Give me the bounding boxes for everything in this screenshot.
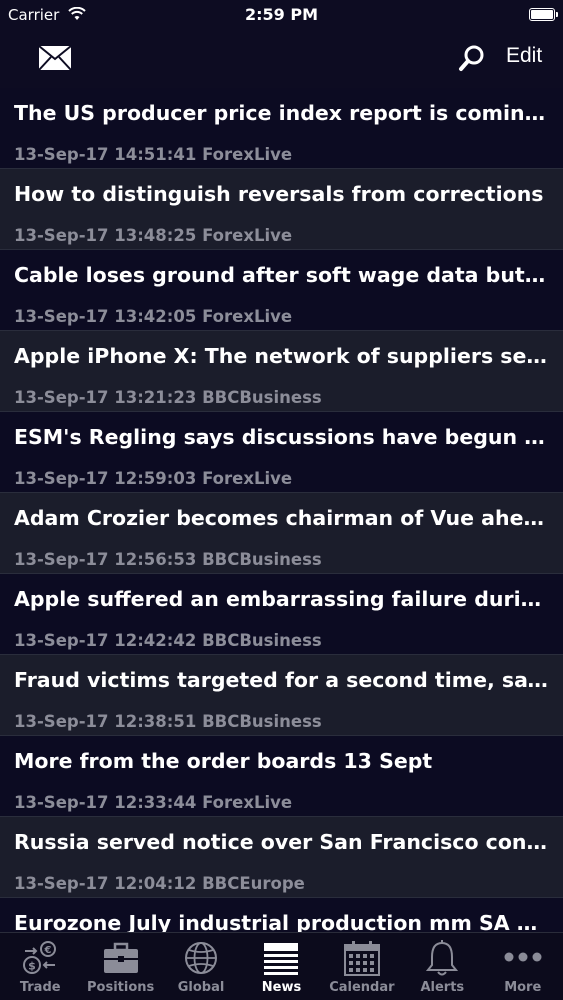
- search-icon[interactable]: [458, 44, 486, 72]
- news-item[interactable]: Apple suffered an embarrassing failure d…: [0, 574, 563, 655]
- news-meta: 13-Sep-17 12:42:42 BBCBusiness: [14, 631, 322, 650]
- tab-bar: € $ Trade Positions Global News Calendar…: [0, 932, 563, 1000]
- news-item[interactable]: Russia served notice over San Francisco …: [0, 817, 563, 898]
- tab-global[interactable]: Global: [161, 933, 241, 1000]
- news-title: Adam Crozier becomes chairman of Vue ahe…: [14, 506, 549, 530]
- globe-icon: [185, 942, 218, 974]
- news-item[interactable]: Fraud victims targeted for a second time…: [0, 655, 563, 736]
- status-time: 2:59 PM: [244, 5, 318, 24]
- news-meta: 13-Sep-17 13:21:23 BBCBusiness: [14, 388, 322, 407]
- news-item[interactable]: Apple iPhone X: The network of suppliers…: [0, 331, 563, 412]
- news-title: The US producer price index report is co…: [14, 101, 549, 125]
- tab-calendar[interactable]: Calendar: [322, 933, 402, 1000]
- news-title: Eurozone July industrial production mm S…: [14, 911, 549, 932]
- news-meta: 13-Sep-17 12:33:44 ForexLive: [14, 793, 293, 812]
- newspaper-icon: [264, 943, 299, 975]
- currency-exchange-icon: € $: [23, 941, 57, 974]
- news-title: Apple iPhone X: The network of suppliers…: [14, 344, 549, 368]
- news-item[interactable]: The US producer price index report is co…: [0, 88, 563, 169]
- briefcase-icon: [103, 942, 138, 973]
- news-item[interactable]: ESM's Regling says discussions have begu…: [0, 412, 563, 493]
- tab-label: Positions: [87, 980, 155, 995]
- news-title: Cable loses ground after soft wage data …: [14, 263, 549, 287]
- nav-bar: Edit: [0, 30, 563, 88]
- tab-positions[interactable]: Positions: [80, 933, 160, 1000]
- news-meta: 13-Sep-17 14:51:41 ForexLive: [14, 145, 293, 164]
- battery-icon: [529, 8, 558, 21]
- news-item[interactable]: Adam Crozier becomes chairman of Vue ahe…: [0, 493, 563, 574]
- svg-text:€: €: [44, 945, 52, 956]
- news-meta: 13-Sep-17 13:48:25 ForexLive: [14, 226, 293, 245]
- edit-button[interactable]: Edit: [506, 44, 542, 68]
- news-title: Russia served notice over San Francisco …: [14, 830, 549, 854]
- calendar-icon: [343, 941, 380, 976]
- news-item[interactable]: Eurozone July industrial production mm S…: [0, 898, 563, 932]
- more-dots-icon: [504, 952, 542, 962]
- news-title: ESM's Regling says discussions have begu…: [14, 425, 549, 449]
- news-item[interactable]: Cable loses ground after soft wage data …: [0, 250, 563, 331]
- tab-label: More: [504, 980, 542, 995]
- bell-icon: [426, 940, 459, 976]
- status-bar: Carrier 2:59 PM: [0, 0, 563, 30]
- tab-trade[interactable]: € $ Trade: [0, 933, 80, 1000]
- mail-icon[interactable]: [38, 45, 72, 71]
- tab-alerts[interactable]: Alerts: [402, 933, 482, 1000]
- news-title: Fraud victims targeted for a second time…: [14, 668, 549, 692]
- news-meta: 13-Sep-17 13:42:05 ForexLive: [14, 307, 293, 326]
- tab-more[interactable]: More: [483, 933, 563, 1000]
- tab-label: Trade: [19, 980, 61, 995]
- news-meta: 13-Sep-17 12:38:51 BBCBusiness: [14, 712, 322, 731]
- news-title: Apple suffered an embarrassing failure d…: [14, 587, 549, 611]
- news-title: More from the order boards 13 Sept: [14, 749, 433, 773]
- news-meta: 13-Sep-17 12:59:03 ForexLive: [14, 469, 293, 488]
- news-title: How to distinguish reversals from correc…: [14, 182, 544, 206]
- tab-label: Global: [177, 980, 225, 995]
- news-meta: 13-Sep-17 12:04:12 BBCEurope: [14, 874, 305, 893]
- tab-label: News: [261, 980, 302, 995]
- tab-label: Alerts: [420, 980, 465, 995]
- news-item[interactable]: More from the order boards 13 Sept 13-Se…: [0, 736, 563, 817]
- news-meta: 13-Sep-17 12:56:53 BBCBusiness: [14, 550, 322, 569]
- news-list: The US producer price index report is co…: [0, 88, 563, 932]
- tab-news[interactable]: News: [241, 933, 321, 1000]
- tab-label: Calendar: [329, 980, 395, 995]
- news-item[interactable]: How to distinguish reversals from correc…: [0, 169, 563, 250]
- svg-text:$: $: [28, 960, 36, 973]
